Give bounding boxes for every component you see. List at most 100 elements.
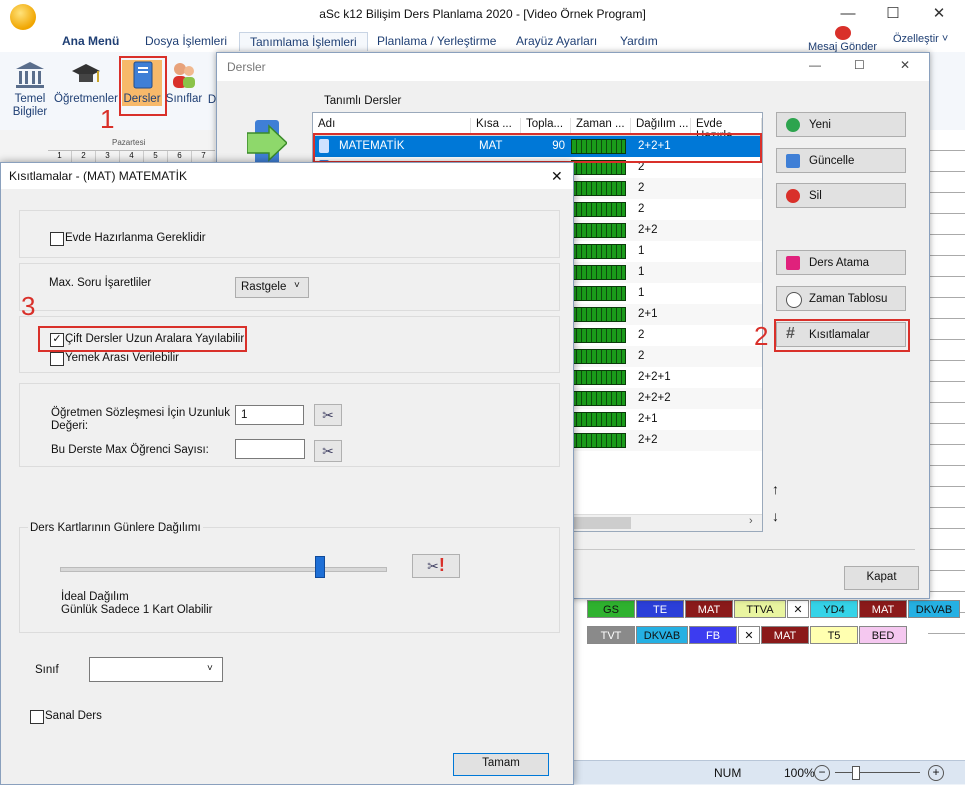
- kisit-close-button[interactable]: ✕: [551, 168, 563, 185]
- cell-dist: 2+2+2: [638, 392, 671, 404]
- sozlesme-label-2: Değeri:: [51, 420, 89, 432]
- delete-icon: [786, 189, 800, 203]
- schedule-cell[interactable]: MAT: [859, 600, 907, 618]
- menu-ana-menu[interactable]: Ana Menü: [62, 34, 119, 48]
- dagilim-gunluk: Günlük Sadece 1 Kart Olabilir: [61, 604, 213, 616]
- highlight-dersler: [119, 56, 167, 116]
- period-number: 1: [48, 151, 72, 162]
- menu-arayuz[interactable]: Arayüz Ayarları: [516, 34, 597, 48]
- ders-atama-label: Ders Atama: [809, 257, 870, 269]
- schedule-cell[interactable]: GS: [587, 600, 635, 618]
- lesson-arrow-icon: [246, 118, 289, 168]
- scroll-right-arrow[interactable]: ›: [749, 515, 753, 527]
- dagilim-tools-button[interactable]: ✂!: [412, 554, 460, 578]
- schedule-cell[interactable]: DKVAB: [908, 600, 960, 618]
- highlight-cift: [38, 326, 247, 352]
- zoom-slider-track[interactable]: [835, 772, 920, 773]
- zoom-in-button[interactable]: +: [928, 765, 944, 781]
- chevron-down-icon: ˅: [294, 280, 300, 291]
- cell-dist: 2: [638, 350, 645, 362]
- timetable-bar: [571, 349, 626, 364]
- assign-icon: [786, 256, 800, 270]
- schedule-cell[interactable]: FB: [689, 626, 737, 644]
- menu-planlama[interactable]: Planlama / Yerleştirme: [377, 34, 496, 48]
- cell-dist: 2+2: [638, 224, 658, 236]
- menu-dosya[interactable]: Dosya İşlemleri: [145, 34, 227, 48]
- group-sozlesme: Öğretmen Sözleşmesi İçin Uzunluk Değeri:…: [19, 383, 560, 467]
- schedule-cell[interactable]: T5: [810, 626, 858, 644]
- menu-ozellestir[interactable]: Özelleştir ˅: [893, 33, 948, 45]
- evde-checkbox[interactable]: [50, 232, 64, 246]
- students-icon: [168, 60, 200, 90]
- warning-icon: !: [438, 555, 445, 575]
- col-adi[interactable]: Adı: [313, 118, 471, 134]
- graduation-cap-icon: [70, 60, 102, 90]
- max-ogrenci-input[interactable]: [235, 439, 305, 459]
- ribbon-siniflar[interactable]: Sınıflar: [164, 60, 204, 106]
- dagilim-slider-thumb[interactable]: [315, 556, 325, 578]
- cell-dist: 1: [638, 287, 645, 299]
- max-ogrenci-tools-button[interactable]: ✂: [314, 440, 342, 462]
- list-label: Tanımlı Dersler: [324, 95, 402, 107]
- dagilim-label: Ders Kartlarının Günlere Dağılımı: [28, 522, 203, 534]
- timetable-bar: [571, 370, 626, 385]
- timetable-bar: [571, 391, 626, 406]
- schedule-cell[interactable]: MAT: [685, 600, 733, 618]
- col-kisa[interactable]: Kısa ...: [471, 118, 521, 134]
- guncelle-button[interactable]: Güncelle: [776, 148, 906, 173]
- zoom-slider-thumb[interactable]: [852, 766, 860, 780]
- kisit-title: Kısıtlamalar - (MAT) MATEMATİK: [9, 169, 188, 183]
- schedule-cell[interactable]: DKVAB: [636, 626, 688, 644]
- move-up-button[interactable]: ↑: [772, 481, 779, 497]
- scrollbar-thumb[interactable]: [571, 517, 631, 529]
- group-dagilim: Ders Kartlarının Günlere Dağılımı ✂! İde…: [19, 522, 560, 633]
- schedule-header: Pazartesi 1 2 3 4 5 6 7: [0, 130, 215, 163]
- ders-atama-button[interactable]: Ders Atama: [776, 250, 906, 275]
- max-soru-label: Max. Soru İşaretliler: [49, 277, 152, 289]
- move-down-button[interactable]: ↓: [772, 508, 779, 524]
- close-button[interactable]: ✕: [916, 4, 962, 26]
- menu-yardim[interactable]: Yardım: [620, 34, 658, 48]
- sozlesme-input[interactable]: 1: [235, 405, 304, 425]
- yemek-checkbox[interactable]: [50, 352, 64, 366]
- cell-dist: 2: [638, 182, 645, 194]
- timetable-bar: [571, 181, 626, 196]
- plus-icon: [786, 118, 800, 132]
- col-dagilim[interactable]: Dağılım ...: [631, 118, 691, 134]
- col-evde[interactable]: Evde Hazırla: [691, 118, 762, 142]
- period-number: 5: [144, 151, 168, 162]
- ribbon-ogretmenler[interactable]: Öğretmenler: [52, 60, 120, 106]
- sozlesme-tools-button[interactable]: ✂: [314, 404, 342, 426]
- ribbon-temel-bilgiler[interactable]: Temel Bilgiler: [8, 60, 52, 119]
- schedule-cell[interactable]: YD4: [810, 600, 858, 618]
- maximize-button[interactable]: ☐: [870, 4, 916, 26]
- sil-button[interactable]: Sil: [776, 183, 906, 208]
- dersler-minimize-button[interactable]: —: [809, 58, 821, 72]
- cell-dist: 2+1: [638, 413, 658, 425]
- kapat-button[interactable]: Kapat: [844, 566, 919, 590]
- schedule-cell[interactable]: TVT: [587, 626, 635, 644]
- col-toplam[interactable]: Topla...: [521, 118, 571, 134]
- minimize-button[interactable]: —: [825, 4, 871, 26]
- schedule-cell[interactable]: BED: [859, 626, 907, 644]
- schedule-cell[interactable]: MAT: [761, 626, 809, 644]
- tamam-button[interactable]: Tamam: [453, 753, 549, 776]
- cell-dist: 2+2: [638, 434, 658, 446]
- col-zaman[interactable]: Zaman ...: [571, 118, 631, 134]
- schedule-cell[interactable]: TE: [636, 600, 684, 618]
- max-soru-select[interactable]: Rastgele ˅: [235, 277, 309, 298]
- dagilim-slider-track[interactable]: [60, 567, 387, 572]
- sinif-select[interactable]: ˅: [89, 657, 223, 682]
- zoom-out-button[interactable]: −: [814, 765, 830, 781]
- schedule-cell[interactable]: TTVA: [734, 600, 786, 618]
- yeni-button[interactable]: Yeni: [776, 112, 906, 137]
- dersler-maximize-button[interactable]: ☐: [854, 58, 865, 72]
- menu-tanimlama[interactable]: Tanımlama İşlemleri: [239, 32, 368, 51]
- schedule-cell[interactable]: ✕: [738, 626, 760, 644]
- sanal-checkbox[interactable]: [30, 710, 44, 724]
- dersler-close-button[interactable]: ✕: [900, 58, 910, 72]
- zaman-tablosu-button[interactable]: Zaman Tablosu: [776, 286, 906, 311]
- schedule-cell[interactable]: ✕: [787, 600, 809, 618]
- evde-label: Evde Hazırlanma Gereklidir: [65, 232, 206, 244]
- group-evde: Evde Hazırlanma Gereklidir: [19, 210, 560, 258]
